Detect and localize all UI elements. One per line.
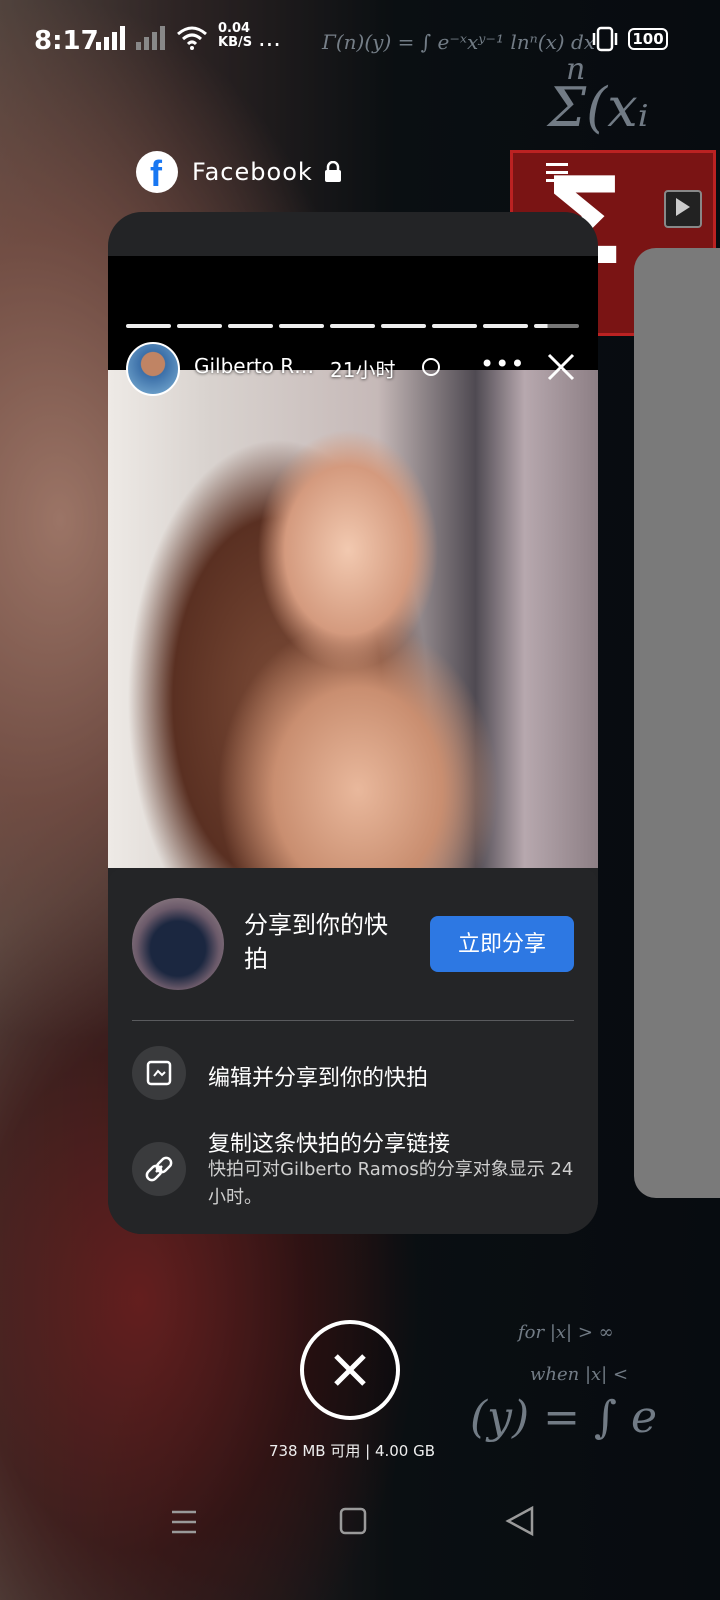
story-photo bbox=[108, 370, 598, 868]
close-icon bbox=[334, 1354, 366, 1386]
progress-segment bbox=[381, 324, 426, 328]
progress-segment bbox=[483, 324, 528, 328]
home-nav-icon[interactable] bbox=[322, 1492, 382, 1552]
globe-icon bbox=[422, 358, 440, 376]
more-options-icon[interactable]: ••• bbox=[480, 350, 525, 378]
math-for1: for |x| > ∞ bbox=[518, 1322, 614, 1343]
link-icon bbox=[132, 1142, 186, 1196]
share-now-button[interactable]: 立即分享 bbox=[430, 916, 574, 972]
facebook-icon: f bbox=[136, 151, 178, 194]
copy-link-label: 复制这条快拍的分享链接 bbox=[208, 1132, 451, 1157]
copy-link-description: 快拍可对Gilberto Ramos的分享对象显示 24 小时。 bbox=[208, 1159, 574, 1208]
app-preview-card[interactable]: Gilberto R… 21小时 ••• 分享到你的快拍 立即分享 编辑并分享到… bbox=[108, 212, 598, 1234]
story-progress bbox=[126, 324, 579, 328]
menu-icon[interactable] bbox=[544, 160, 570, 184]
status-more: ... bbox=[258, 24, 281, 52]
network-speed-unit: KB/S bbox=[218, 35, 253, 50]
signal-icon bbox=[96, 26, 125, 50]
menu-nav-icon[interactable] bbox=[154, 1492, 214, 1552]
back-nav-icon[interactable] bbox=[490, 1492, 550, 1552]
math-sum: Σ(xᵢ bbox=[548, 76, 649, 139]
lock-icon[interactable] bbox=[323, 161, 343, 183]
progress-segment bbox=[432, 324, 477, 328]
next-app-card[interactable] bbox=[634, 248, 720, 1198]
status-time: 8:17 bbox=[34, 26, 99, 56]
edit-icon bbox=[132, 1046, 186, 1100]
network-speed: 0.04 KB/S bbox=[218, 22, 252, 50]
network-speed-value: 0.04 bbox=[218, 21, 251, 36]
app-title: Facebook bbox=[192, 158, 313, 186]
status-bar: 8:17 0.04 KB/S ... 100 bbox=[0, 0, 720, 80]
story-time: 21小时 bbox=[330, 358, 396, 382]
app-header[interactable]: f Facebook bbox=[136, 150, 343, 194]
math-for2: when |x| < bbox=[530, 1364, 629, 1385]
signal-2-icon bbox=[136, 26, 165, 50]
memory-info: 738 MB 可用 | 4.00 GB bbox=[268, 1442, 436, 1460]
edit-share-label: 编辑并分享到你的快拍 bbox=[208, 1066, 429, 1091]
share-avatar bbox=[132, 898, 224, 990]
story-user-name[interactable]: Gilberto R… bbox=[194, 354, 314, 378]
play-icon bbox=[664, 190, 702, 228]
progress-segment bbox=[330, 324, 375, 328]
divider bbox=[132, 1020, 574, 1021]
clear-all-button[interactable] bbox=[300, 1320, 400, 1420]
share-prompt: 分享到你的快拍 bbox=[244, 911, 388, 973]
progress-segment bbox=[177, 324, 222, 328]
progress-segment bbox=[126, 324, 171, 328]
progress-segment bbox=[228, 324, 273, 328]
vibrate-icon bbox=[592, 26, 618, 52]
navigation-bar bbox=[0, 1492, 720, 1552]
avatar[interactable] bbox=[126, 342, 180, 396]
battery-icon: 100 bbox=[628, 28, 668, 50]
math-yeq: (y) = ∫ e bbox=[470, 1392, 657, 1443]
wifi-icon bbox=[177, 26, 207, 50]
close-icon[interactable] bbox=[546, 352, 576, 382]
share-sheet: 分享到你的快拍 立即分享 编辑并分享到你的快拍 复制这条快拍的分享链接 快拍可对… bbox=[108, 868, 598, 1234]
progress-segment bbox=[279, 324, 324, 328]
progress-segment-current bbox=[534, 324, 579, 328]
